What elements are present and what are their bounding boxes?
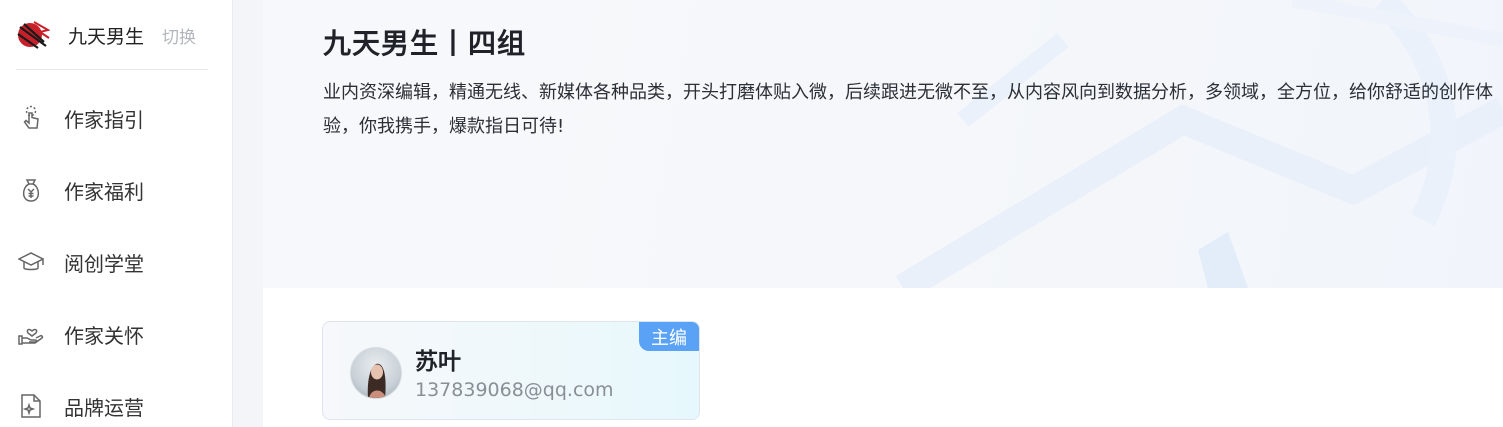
brand-name: 九天男生 [68,25,145,48]
touch-icon [18,105,44,131]
care-hand-icon [18,321,44,347]
page-title: 九天男生丨四组 [323,27,527,60]
sidebar-item-writer-care[interactable]: 作家关怀 [18,314,218,354]
sidebar-gutter [233,0,263,427]
money-bag-icon [18,177,44,203]
sidebar-item-brand-ops[interactable]: 品牌运营 [18,386,218,426]
sidebar-item-label: 阅创学堂 [64,251,144,276]
sidebar-item-label: 作家福利 [64,179,144,204]
sidebar-item-writer-welfare[interactable]: 作家福利 [18,170,218,210]
group-description: 业内资深编辑，精通无线、新媒体各种品类，开头打磨体贴入微，后续跟进无微不至，从内… [323,82,1493,137]
graduation-cap-icon [18,249,44,275]
switch-link[interactable]: 切换 [162,23,196,48]
sidebar-item-writer-guide[interactable]: 作家指引 [18,98,218,138]
brand-header: 九天男生 切换 [16,15,216,55]
editor-card[interactable]: 苏叶 137839068@qq.com 主编 [322,321,700,420]
brand-divider [16,69,208,70]
sidebar-item-label: 作家关怀 [64,323,144,348]
avatar [350,347,402,399]
sidebar-item-label: 作家指引 [64,107,144,132]
sidebar-item-label: 品牌运营 [64,395,144,420]
editor-name: 苏叶 [415,349,461,375]
document-sparkle-icon [18,393,44,419]
sidebar-item-academy[interactable]: 阅创学堂 [18,242,218,282]
brand-logo-icon [16,18,51,52]
editor-email: 137839068@qq.com [415,379,614,401]
sidebar: 九天男生 切换 作家指引 作家福利 阅创学堂 作家关怀 品牌运营 [0,0,233,427]
group-hero: 九天男生丨四组 业内资深编辑，精通无线、新媒体各种品类，开头打磨体贴入微，后续跟… [263,0,1503,288]
role-badge: 主编 [639,322,699,351]
